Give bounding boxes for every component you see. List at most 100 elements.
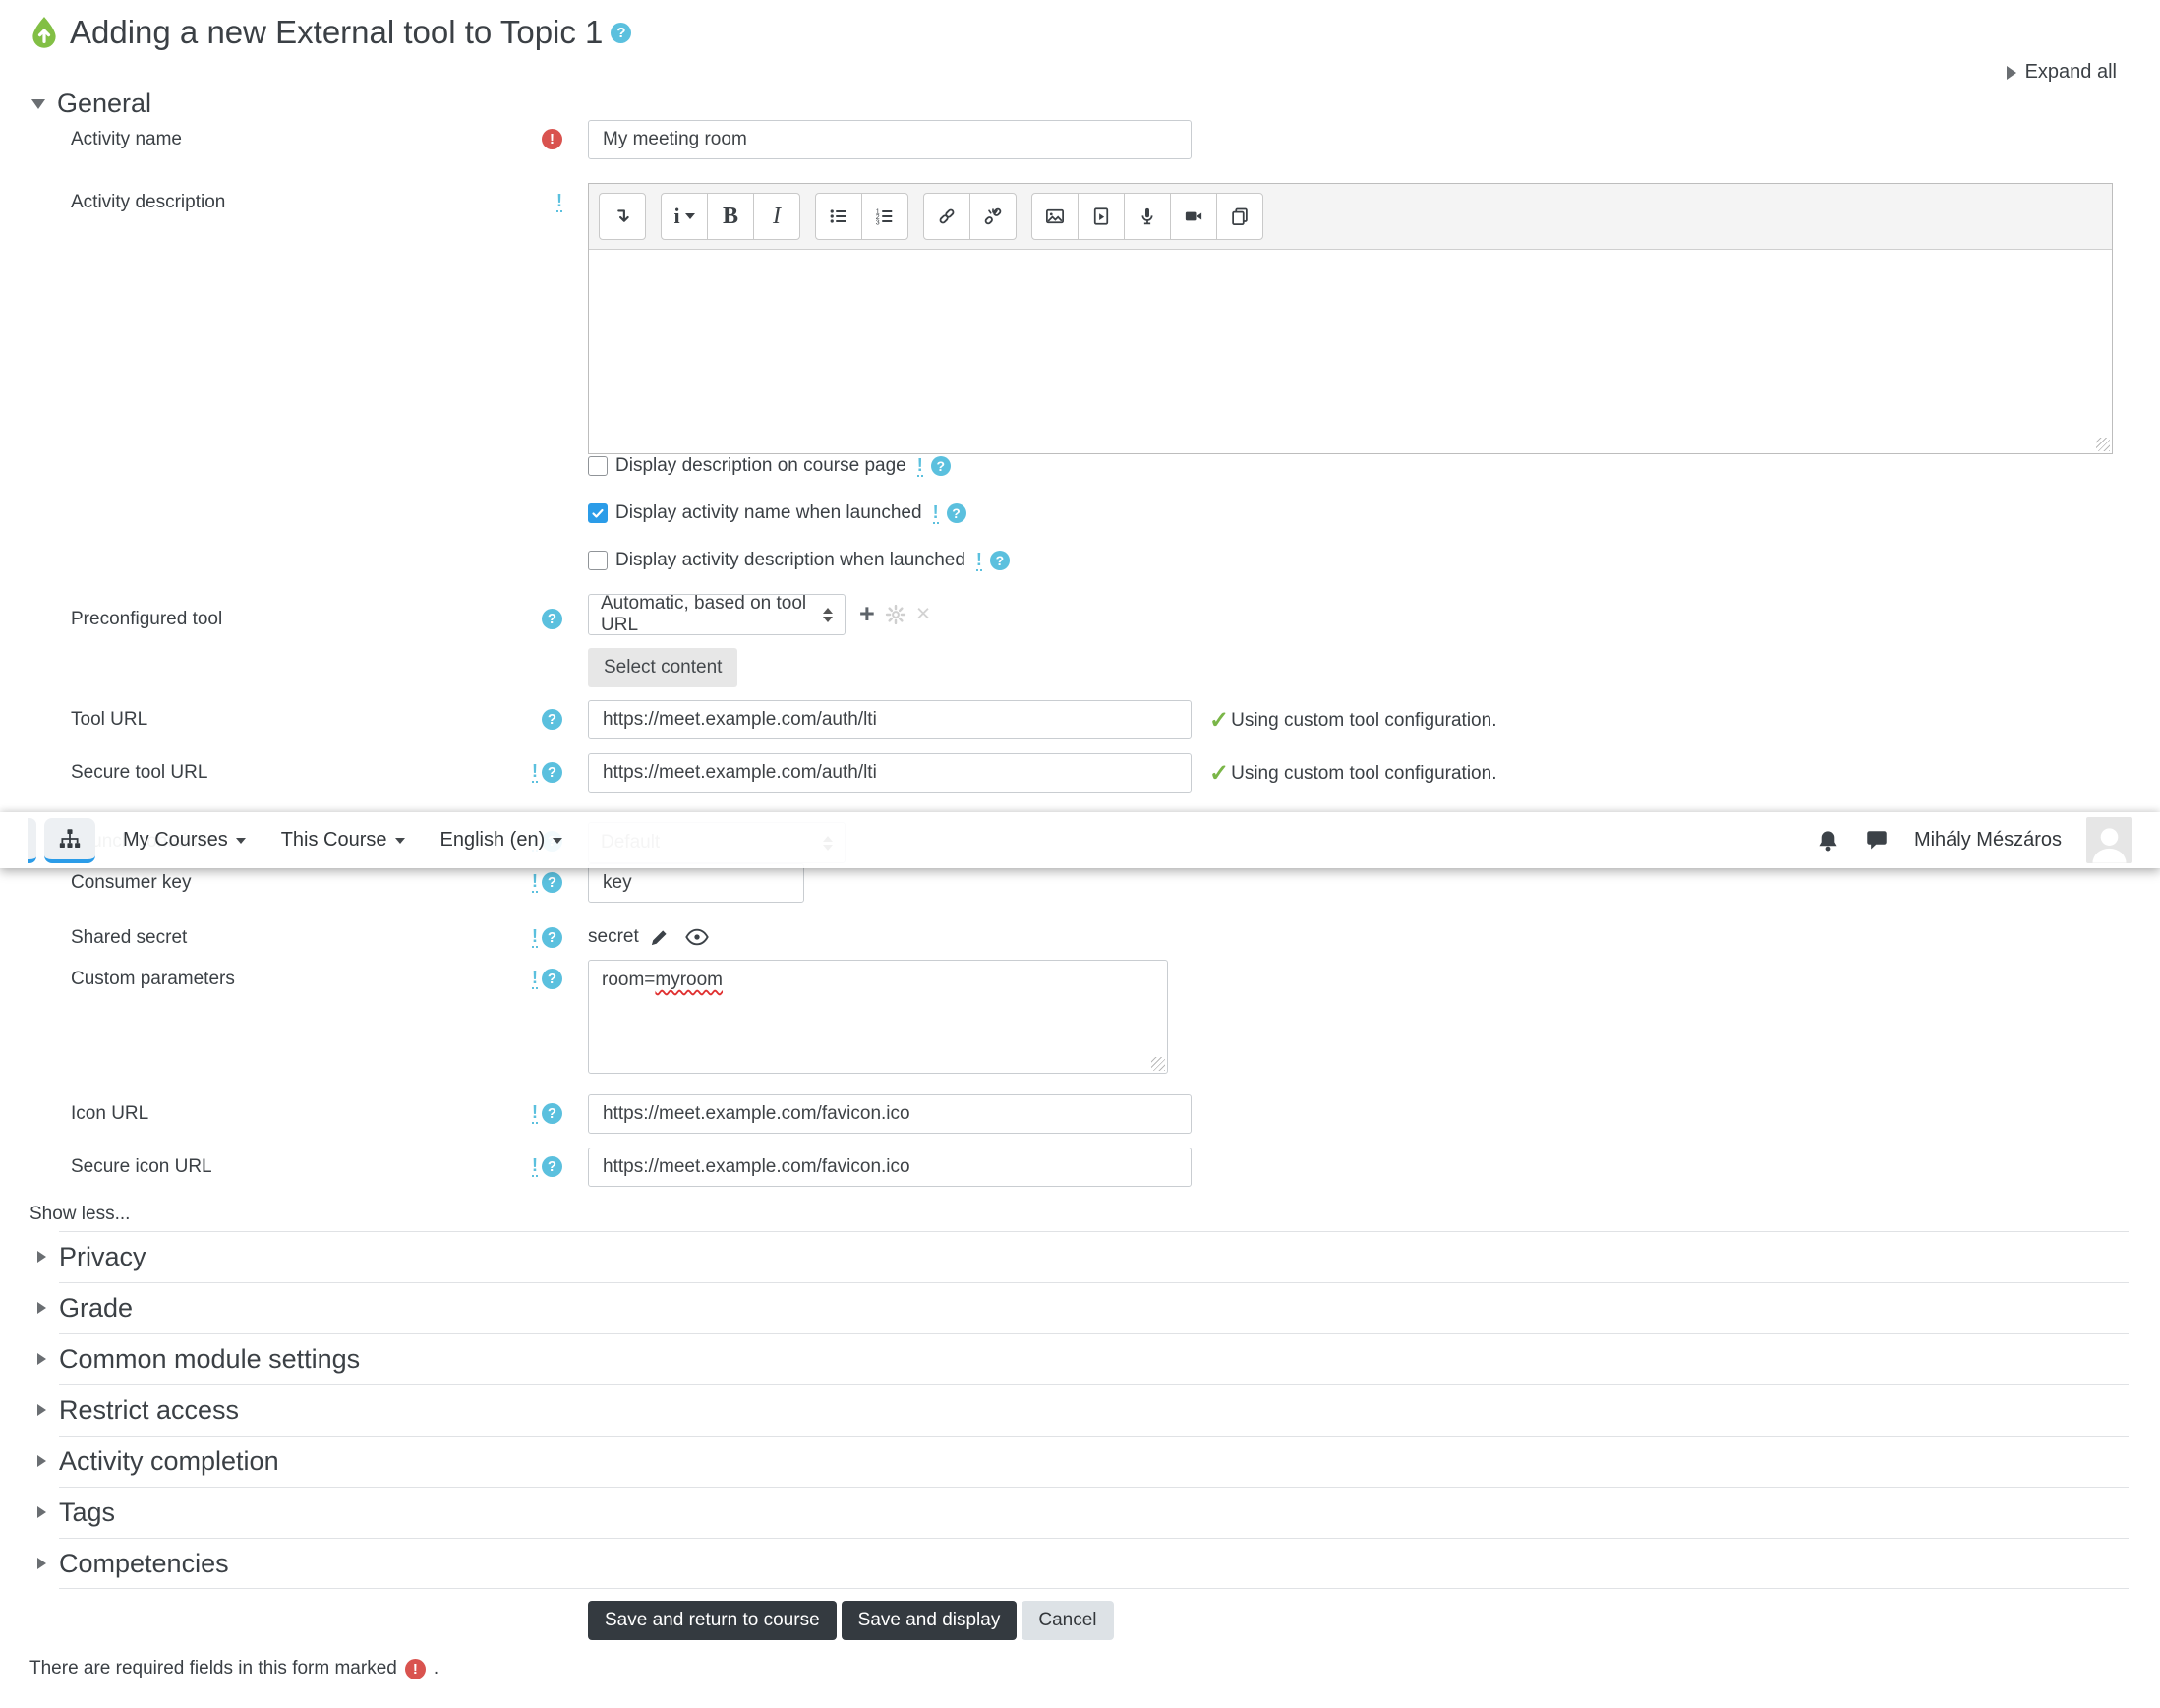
display-name-launched-checkbox[interactable] — [588, 503, 608, 523]
title-help-icon[interactable]: ? — [611, 22, 632, 43]
editor-media-icon[interactable] — [1078, 193, 1125, 240]
editor-collapse-toolbar-icon[interactable] — [599, 193, 646, 240]
user-name[interactable]: Mihály Mészáros — [1914, 829, 2062, 852]
activity-name-label: Activity name — [71, 129, 182, 149]
editor-paragraph-styles-icon[interactable]: i — [661, 193, 708, 240]
page: Adding a new External tool to Topic 1 ? … — [0, 0, 2160, 1708]
page-title: Adding a new External tool to Topic 1 ? — [70, 14, 632, 51]
hint-exclamation-icon: ! — [932, 501, 939, 524]
tool-url-help-icon[interactable]: ? — [542, 709, 562, 730]
hint-exclamation-icon: ! — [532, 1102, 538, 1124]
required-icon: ! — [542, 129, 562, 149]
section-tags[interactable]: Tags — [29, 1487, 2129, 1538]
row-custom-parameters: Custom parameters ! ? room=myroom — [0, 960, 2131, 1074]
editor-manage-files-icon[interactable] — [1216, 193, 1263, 240]
secure-icon-url-help-icon[interactable]: ? — [542, 1156, 562, 1177]
external-tool-module-icon — [32, 17, 56, 48]
editor-record-audio-icon[interactable] — [1124, 193, 1171, 240]
editor-bullet-list-icon[interactable] — [815, 193, 862, 240]
reveal-eye-icon[interactable] — [685, 928, 709, 946]
display-desc-launched-checkbox[interactable] — [588, 551, 608, 570]
row-display-description: Display description on course page ! ? — [588, 455, 951, 477]
shared-secret-help-icon[interactable]: ? — [542, 927, 562, 948]
row-activity-description: Activity description ! i B I 1 2 3 — [0, 183, 2131, 454]
show-less-link[interactable]: Show less... — [29, 1204, 130, 1225]
select-stepper-icon — [823, 607, 833, 622]
nav-this-course[interactable]: This Course — [281, 829, 405, 852]
preconfigured-tool-select[interactable]: Automatic, based on tool URL — [588, 593, 846, 635]
editor-link-icon[interactable] — [923, 193, 970, 240]
activity-description-label: Activity description — [71, 192, 226, 212]
display-desc-launched-help-icon[interactable]: ? — [989, 551, 1010, 570]
save-and-return-button[interactable]: Save and return to course — [588, 1601, 837, 1640]
activity-name-input[interactable] — [588, 120, 1192, 159]
page-header: Adding a new External tool to Topic 1 ? — [29, 14, 632, 51]
display-description-help-icon[interactable]: ? — [930, 456, 951, 476]
consumer-key-input[interactable] — [588, 863, 804, 903]
section-restrict-access[interactable]: Restrict access — [29, 1384, 2129, 1436]
row-shared-secret: Shared secret ! ? secret — [0, 918, 2131, 949]
editor-italic-icon[interactable]: I — [753, 193, 800, 240]
section-general-label: General — [57, 88, 152, 118]
secure-tool-url-status: ✓ Using custom tool configuration. — [1209, 760, 1497, 787]
rich-text-editor: i B I 123 — [588, 183, 2113, 454]
section-competencies[interactable]: Competencies — [29, 1538, 2129, 1589]
hint-exclamation-icon: ! — [975, 549, 982, 571]
edit-pencil-icon[interactable] — [649, 927, 670, 948]
custom-parameters-textarea[interactable]: room=myroom — [588, 960, 1168, 1074]
svg-text:3: 3 — [876, 220, 880, 227]
display-name-launched-help-icon[interactable]: ? — [946, 503, 966, 523]
save-and-display-button[interactable]: Save and display — [841, 1601, 1018, 1640]
nav-edge-tab[interactable] — [28, 817, 36, 863]
expand-all-link[interactable]: Expand all — [2006, 61, 2117, 84]
expand-triangle-icon — [37, 1302, 46, 1314]
textarea-resize-handle[interactable] — [1151, 1057, 1165, 1071]
nav-my-courses[interactable]: My Courses — [123, 829, 246, 852]
messages-chat-icon[interactable] — [1864, 829, 1890, 853]
cancel-button[interactable]: Cancel — [1022, 1601, 1114, 1640]
editor-unlink-icon[interactable] — [969, 193, 1017, 240]
custom-parameters-help-icon[interactable]: ? — [542, 969, 562, 989]
row-secure-icon-url: Secure icon URL ! ? — [0, 1148, 2131, 1187]
secure-icon-url-input[interactable] — [588, 1148, 1192, 1187]
avatar[interactable] — [2086, 817, 2132, 863]
editor-content-area[interactable] — [589, 250, 2112, 453]
editor-ordered-list-icon[interactable]: 123 — [861, 193, 908, 240]
editor-resize-handle[interactable] — [2096, 438, 2110, 451]
icon-url-help-icon[interactable]: ? — [542, 1103, 562, 1124]
display-desc-launched-label[interactable]: Display activity description when launch… — [615, 550, 965, 571]
editor-image-icon[interactable] — [1031, 193, 1079, 240]
editor-toolbar: i B I 123 — [589, 184, 2112, 250]
delete-tool-icon[interactable]: × — [916, 602, 931, 626]
editor-record-video-icon[interactable] — [1170, 193, 1217, 240]
editor-bold-icon[interactable]: B — [707, 193, 754, 240]
preconfigured-tool-help-icon[interactable]: ? — [542, 609, 562, 629]
notifications-bell-icon[interactable] — [1816, 829, 1839, 853]
form-actions: Save and return to course Save and displ… — [588, 1601, 1114, 1640]
display-name-launched-label[interactable]: Display activity name when launched — [615, 502, 922, 524]
row-secure-tool-url: Secure tool URL ! ? ✓ Using custom tool … — [0, 753, 2131, 793]
section-common-module-settings[interactable]: Common module settings — [29, 1333, 2129, 1384]
edit-tool-gear-icon[interactable] — [885, 604, 906, 625]
section-general-header[interactable]: General — [31, 88, 151, 119]
section-activity-completion[interactable]: Activity completion — [29, 1436, 2129, 1487]
nav-language[interactable]: English (en) — [440, 829, 563, 852]
secure-tool-url-input[interactable] — [588, 753, 1192, 793]
chevron-down-icon — [553, 837, 563, 844]
section-grade[interactable]: Grade — [29, 1282, 2129, 1333]
site-structure-tab[interactable] — [44, 817, 95, 863]
select-content-button[interactable]: Select content — [588, 648, 738, 687]
add-tool-icon[interactable]: + — [859, 601, 875, 627]
tool-url-status: ✓ Using custom tool configuration. — [1209, 707, 1497, 734]
expand-triangle-icon — [37, 1506, 46, 1518]
tool-url-input[interactable] — [588, 700, 1192, 739]
display-description-label[interactable]: Display description on course page — [615, 455, 906, 477]
row-preconfigured-tool: Preconfigured tool ? Automatic, based on… — [0, 593, 2131, 635]
display-description-checkbox[interactable] — [588, 456, 608, 476]
secure-tool-url-help-icon[interactable]: ? — [542, 762, 562, 783]
section-privacy[interactable]: Privacy — [29, 1231, 2129, 1282]
consumer-key-help-icon[interactable]: ? — [542, 872, 562, 893]
icon-url-label: Icon URL — [71, 1103, 149, 1124]
icon-url-input[interactable] — [588, 1094, 1192, 1134]
check-icon: ✓ — [1209, 707, 1230, 734]
